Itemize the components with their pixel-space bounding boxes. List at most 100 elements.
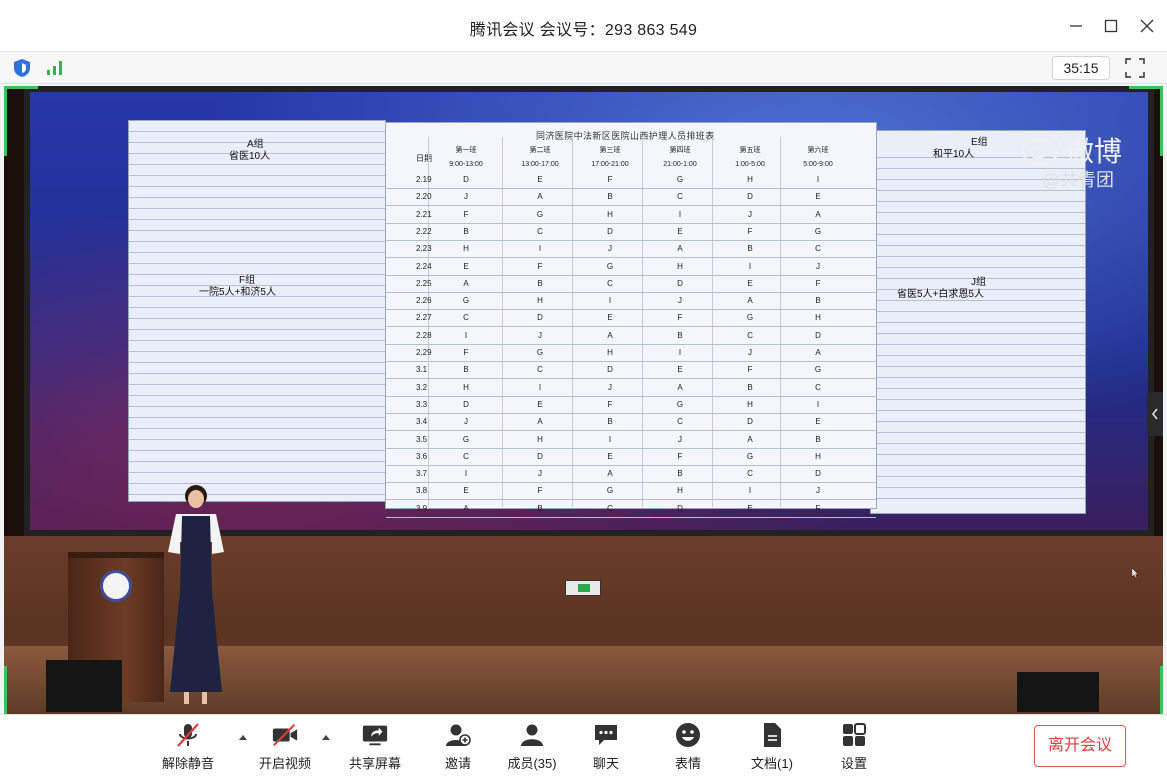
invite-button[interactable]: 邀请 (422, 721, 494, 777)
sheet-rule (129, 439, 385, 440)
schedule-cell: F (815, 503, 821, 513)
schedule-date: 3.8 (416, 486, 428, 496)
weibo-watermark: 微博 @共青团 (1020, 130, 1150, 191)
schedule-cell: I (678, 348, 682, 357)
schedule-cell: G (814, 226, 822, 236)
schedule-cell: C (463, 313, 469, 323)
schedule-cell: J (464, 417, 468, 427)
emoji-button[interactable]: 表情 (652, 721, 724, 777)
sheet-rule (871, 410, 1085, 411)
schedule-cell: A (463, 278, 469, 288)
maximize-icon[interactable] (1099, 14, 1123, 38)
shift-time: 17:00-21:00 (591, 161, 629, 168)
share-screen-label: 共享屏幕 (348, 756, 401, 771)
schedule-cell: C (747, 469, 753, 479)
weibo-account: @共青团 (1042, 170, 1114, 191)
emoji-icon (674, 721, 702, 749)
schedule-date: 2.24 (416, 261, 432, 271)
leave-meeting-button[interactable]: 离开会议 (1034, 725, 1126, 767)
schedule-row-rule (386, 412, 876, 414)
sheet-rule (871, 223, 1085, 224)
schedule-cell: I (608, 434, 612, 444)
video-options-caret-icon[interactable] (319, 731, 333, 745)
schedule-cell: D (607, 226, 613, 236)
sheet-rule (871, 377, 1085, 378)
start-video-button[interactable]: 开启视频 (249, 721, 321, 777)
schedule-cell: C (815, 244, 821, 254)
shift-header: 第三班 (599, 147, 621, 154)
schedule-cell: B (677, 469, 683, 479)
schedule-cell: H (677, 261, 683, 271)
chat-button[interactable]: 聊天 (570, 721, 642, 777)
schedule-date: 2.27 (416, 313, 432, 323)
schedule-sheet: 同济医院中法新区医院山西护理人员排班表 日期 第一班 9:00-13:00 第二班 1… (385, 122, 877, 518)
sheet-rule (129, 329, 385, 330)
schedule-row-rule (386, 291, 876, 293)
group-subtitle-a: 省医10人 (229, 151, 271, 162)
settings-icon (840, 721, 868, 749)
sheet-rule (129, 395, 385, 396)
fullscreen-icon[interactable] (1124, 57, 1146, 79)
schedule-column-divider (642, 137, 643, 507)
sheet-rule (871, 399, 1085, 400)
sheet-rule (871, 487, 1085, 488)
sheet-rule (129, 186, 385, 187)
documents-button[interactable]: 文档(1) (736, 721, 808, 777)
sheet-rule (871, 443, 1085, 444)
signal-icon[interactable] (44, 58, 66, 78)
schedule-cell: F (747, 226, 753, 236)
shift-time: 5:00-9:00 (803, 161, 833, 168)
schedule-column-divider (572, 137, 573, 507)
schedule-cell: J (816, 486, 820, 496)
schedule-cell: B (815, 296, 821, 306)
group-subtitle-e: 和平10人 (933, 149, 975, 160)
schedule-cell: J (608, 244, 612, 254)
schedule-row-rule (386, 395, 876, 397)
schedule-cell: J (538, 330, 542, 340)
schedule-cell: A (815, 209, 821, 219)
schedule-cell: A (537, 417, 543, 427)
title-bar: 腾讯会议 会议号：293 863 549 (0, 0, 1167, 52)
members-button[interactable]: 成员(35) (496, 721, 568, 777)
sheet-rule (129, 252, 385, 253)
schedule-cell: D (815, 469, 821, 479)
schedule-row-rule (386, 222, 876, 224)
sheet-rule (129, 131, 385, 132)
schedule-date: 3.2 (416, 382, 428, 392)
sheet-rule (871, 245, 1085, 246)
schedule-cell: A (747, 434, 753, 444)
schedule-date: 2.19 (416, 175, 432, 184)
schedule-cell: G (536, 209, 544, 219)
schedule-cell: I (464, 469, 468, 479)
schedule-cell: H (537, 296, 543, 306)
schedule-cell: I (816, 175, 820, 184)
sheet-rule (871, 322, 1085, 323)
sheet-rule (129, 417, 385, 418)
sheet-rule (129, 208, 385, 209)
schedule-cell: E (677, 226, 683, 236)
schedule-cell: B (747, 244, 753, 254)
shift-time: 9:00-13:00 (449, 161, 483, 168)
settings-button[interactable]: 设置 (818, 721, 890, 777)
side-panel-toggle[interactable] (1147, 392, 1163, 436)
schedule-row-rule (386, 257, 876, 259)
schedule-cell: I (748, 261, 752, 271)
share-screen-button[interactable]: 共享屏幕 (339, 721, 411, 777)
audio-options-caret-icon[interactable] (236, 731, 250, 745)
close-icon[interactable] (1135, 14, 1159, 38)
sheet-rule (129, 175, 385, 176)
sheet-rule (871, 256, 1085, 257)
sheet-rule (129, 428, 385, 429)
schedule-date: 2.28 (416, 330, 432, 340)
shield-icon[interactable] (12, 58, 32, 78)
schedule-cell: E (747, 278, 753, 288)
schedule-cell: D (463, 399, 469, 409)
sheet-rule (129, 318, 385, 319)
schedule-cell: E (815, 417, 821, 427)
unmute-label: 解除静音 (161, 756, 214, 771)
minimize-icon[interactable] (1064, 14, 1088, 38)
schedule-cell: F (607, 175, 613, 184)
schedule-row-rule (386, 309, 876, 311)
unmute-button[interactable]: 解除静音 (152, 721, 224, 777)
settings-label: 设置 (840, 756, 867, 771)
